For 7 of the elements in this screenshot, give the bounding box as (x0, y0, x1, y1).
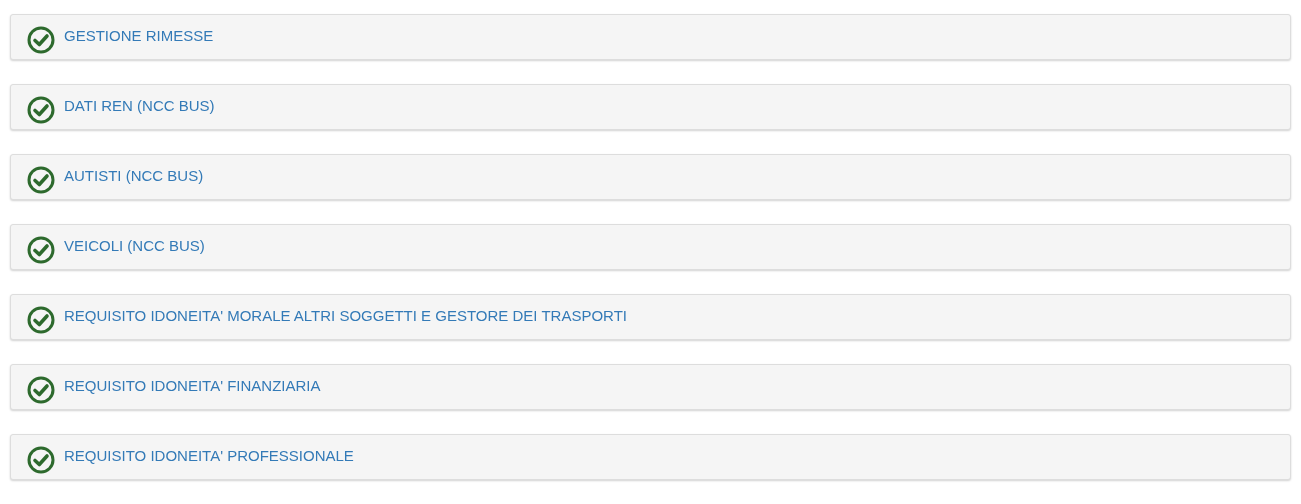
panel-title-link[interactable]: DATI REN (NCC BUS) (64, 97, 215, 114)
panel-title-link[interactable]: REQUISITO IDONEITA' MORALE ALTRI SOGGETTI E GESTORE DEI TRASPORTI (64, 307, 627, 324)
panel-title-link[interactable]: VEICOLI (NCC BUS) (64, 237, 205, 254)
panel-title-link[interactable]: REQUISITO IDONEITA' PROFESSIONALE (64, 447, 354, 464)
panel-title-link[interactable]: GESTIONE RIMESSE (64, 27, 214, 44)
panel-title-link[interactable]: AUTISTI (NCC BUS) (64, 167, 204, 184)
panel-title-link[interactable]: REQUISITO IDONEITA' FINANZIARIA (64, 377, 321, 394)
